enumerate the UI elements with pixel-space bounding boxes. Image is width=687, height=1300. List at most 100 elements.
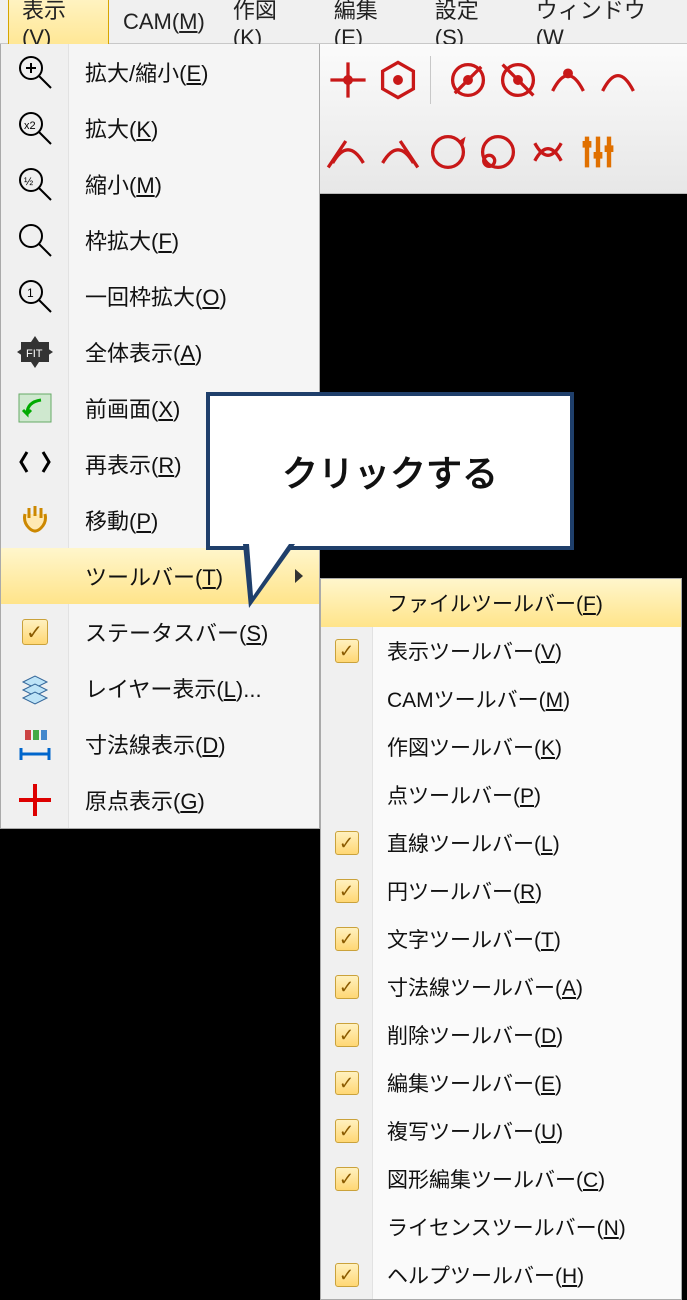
menu-item-label: 拡大(K) [69,112,309,144]
circle-arrow-icon[interactable] [426,130,470,174]
menu-1[interactable]: CAM(M) [109,3,219,41]
menubar: 表示(V)CAM(M)作図(K)編集(E)設定(S)ウィンドウ(W [0,0,687,44]
submenu-item-label: 点ツールバー(P) [373,780,681,810]
svg-text:½: ½ [24,176,33,188]
zoom-frame-icon [1,212,69,268]
submenu-item-label: 作図ツールバー(K) [373,732,681,762]
check-icon: ✓ [321,627,373,675]
view-menu-item-10[interactable]: ✓ステータスバー(S) [1,604,319,660]
check-icon: ✓ [1,604,69,660]
view-menu-item-2[interactable]: ½ 縮小(M) [1,156,319,212]
check-icon [321,579,373,627]
hex-dot-icon[interactable] [376,58,420,102]
submenu-item-label: 編集ツールバー(E) [373,1068,681,1098]
view-menu-item-5[interactable]: FIT 全体表示(A) [1,324,319,380]
view-menu-item-11[interactable]: レイヤー表示(L)... [1,660,319,716]
submenu-item-label: 文字ツールバー(T) [373,924,681,954]
arc-tangent-icon[interactable] [326,130,370,174]
toolbar-submenu-item-10[interactable]: ✓編集ツールバー(E) [321,1059,681,1107]
toolbar-submenu-item-13[interactable]: ライセンスツールバー(N) [321,1203,681,1251]
toolbar-submenu-item-12[interactable]: ✓図形編集ツールバー(C) [321,1155,681,1203]
toolbar-submenu-item-5[interactable]: ✓直線ツールバー(L) [321,819,681,867]
menu-item-label: 拡大/縮小(E) [69,56,309,88]
check-icon [321,771,373,819]
arc-tangent2-icon[interactable] [376,130,420,174]
check-icon [321,675,373,723]
circle-small-icon[interactable] [476,130,520,174]
check-icon: ✓ [321,1107,373,1155]
check-icon: ✓ [321,1059,373,1107]
check-icon [321,1203,373,1251]
view-menu-item-1[interactable]: x2 拡大(K) [1,100,319,156]
toolbar-submenu-item-9[interactable]: ✓削除ツールバー(D) [321,1011,681,1059]
menu-item-label: レイヤー表示(L)... [69,672,309,704]
svg-text:FIT: FIT [26,348,43,360]
menu-item-label: 一回枠拡大(O) [69,280,309,312]
zoom-plus-icon [1,44,69,100]
cross-target-icon[interactable] [326,58,370,102]
toolbar-submenu-item-1[interactable]: ✓表示ツールバー(V) [321,627,681,675]
empty-icon [1,548,69,604]
dim-icon [1,716,69,772]
toolbar-submenu-item-3[interactable]: 作図ツールバー(K) [321,723,681,771]
toolbar-submenu-item-0[interactable]: ファイルツールバー(F) [321,579,681,627]
circle-diag-icon[interactable] [446,58,490,102]
submenu-item-label: 削除ツールバー(D) [373,1020,681,1050]
submenu-arrow-icon [295,569,303,583]
arc-dot-icon[interactable] [546,58,590,102]
toolbar-submenu: ファイルツールバー(F)✓表示ツールバー(V)CAMツールバー(M)作図ツールバ… [320,578,682,1300]
view-menu-item-4[interactable]: 1 一回枠拡大(O) [1,268,319,324]
svg-text:x2: x2 [24,120,36,132]
submenu-item-label: 複写ツールバー(U) [373,1116,681,1146]
zoom-x2-icon: x2 [1,100,69,156]
fit-icon: FIT [1,324,69,380]
check-icon: ✓ [321,963,373,1011]
zoom-half-icon: ½ [1,156,69,212]
check-icon: ✓ [321,819,373,867]
check-icon: ✓ [321,1155,373,1203]
submenu-item-label: CAMツールバー(M) [373,684,681,714]
menu-item-label: 原点表示(G) [69,784,309,816]
menu-item-label: 全体表示(A) [69,336,309,368]
toolbar-submenu-item-4[interactable]: 点ツールバー(P) [321,771,681,819]
prev-icon [1,380,69,436]
menu-item-label: 枠拡大(F) [69,224,309,256]
redisplay-icon [1,436,69,492]
layers-icon [1,660,69,716]
arc-icon[interactable] [596,58,640,102]
menu-item-label: ステータスバー(S) [69,616,309,648]
arc-swap-icon[interactable] [526,130,570,174]
view-menu-item-0[interactable]: 拡大/縮小(E) [1,44,319,100]
toolbar-submenu-item-8[interactable]: ✓寸法線ツールバー(A) [321,963,681,1011]
circle-diag2-icon[interactable] [496,58,540,102]
view-menu-item-13[interactable]: 原点表示(G) [1,772,319,828]
submenu-item-label: ライセンスツールバー(N) [373,1212,681,1242]
menu-item-label: 縮小(M) [69,168,309,200]
check-icon: ✓ [321,867,373,915]
submenu-item-label: 図形編集ツールバー(C) [373,1164,681,1194]
submenu-item-label: 円ツールバー(R) [373,876,681,906]
toolbar-submenu-item-6[interactable]: ✓円ツールバー(R) [321,867,681,915]
check-icon: ✓ [321,1251,373,1299]
toolbar-submenu-item-14[interactable]: ✓ヘルプツールバー(H) [321,1251,681,1299]
submenu-item-label: ファイルツールバー(F) [373,588,681,618]
view-menu-item-12[interactable]: 寸法線表示(D) [1,716,319,772]
toolbar-submenu-item-7[interactable]: ✓文字ツールバー(T) [321,915,681,963]
zoom-once-icon: 1 [1,268,69,324]
submenu-item-label: 直線ツールバー(L) [373,828,681,858]
check-icon: ✓ [321,1011,373,1059]
toolbar-submenu-item-11[interactable]: ✓複写ツールバー(U) [321,1107,681,1155]
pan-icon [1,492,69,548]
check-icon [321,723,373,771]
submenu-item-label: 表示ツールバー(V) [373,636,681,666]
submenu-item-label: 寸法線ツールバー(A) [373,972,681,1002]
toolbar-submenu-item-2[interactable]: CAMツールバー(M) [321,675,681,723]
callout-text: クリックする [282,445,498,497]
svg-text:1: 1 [27,286,34,300]
sliders-icon[interactable] [576,130,620,174]
menu-item-label: 寸法線表示(D) [69,728,309,760]
toolbar-strip [318,44,687,194]
view-menu-item-3[interactable]: 枠拡大(F) [1,212,319,268]
origin-icon [1,772,69,828]
annotation-callout: クリックする [206,392,574,550]
